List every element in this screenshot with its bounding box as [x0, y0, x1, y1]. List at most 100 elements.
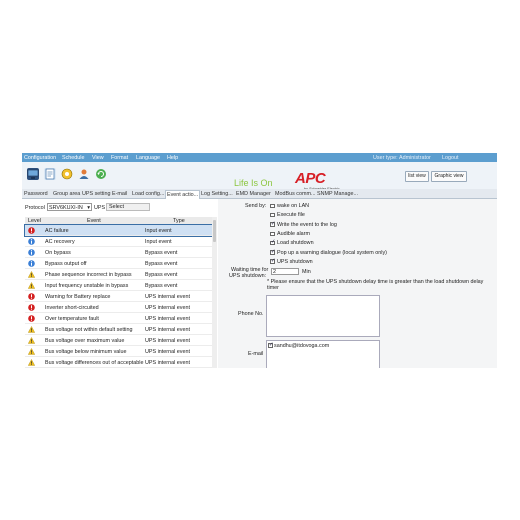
event-cell: Bus voltage below minimum value [45, 348, 127, 355]
shutdown-note-2: timer [267, 285, 279, 291]
event-cell: Inverter short-circuited [45, 304, 99, 311]
graphic-view-button[interactable]: Graphic view [431, 171, 467, 182]
event-cell: Bus voltage not within default setting [45, 326, 133, 333]
tab-snmp-manage[interactable]: SNMP Manage... [317, 190, 358, 198]
option-label: Execute file [277, 212, 305, 219]
type-cell: UPS internal event [145, 326, 190, 333]
table-row[interactable]: Input frequency unstable in bypass Bypass… [25, 280, 213, 291]
brand-tagline: Life Is On [234, 178, 273, 188]
tab-email[interactable]: E-mail [112, 190, 127, 198]
col-level: Level [28, 218, 41, 224]
scrollbar[interactable] [212, 217, 217, 368]
option-label: Write the event to the log [277, 221, 337, 228]
col-event: Event [87, 218, 101, 224]
option-checkbox[interactable] [270, 221, 275, 227]
user-type-value: Administrator [399, 154, 431, 161]
table-row[interactable]: AC failure Input event [24, 224, 214, 237]
info-icon [28, 259, 35, 267]
table-row[interactable]: Bus voltage differences out of acceptabl… [25, 357, 213, 368]
toolbar: Life Is On APC by Schneider Electric lis… [22, 162, 497, 191]
scrollbar-thumb[interactable] [213, 220, 216, 242]
error-icon [28, 292, 35, 300]
tab-load-config[interactable]: Load config... [132, 190, 164, 198]
event-cell: On bypass [45, 249, 71, 256]
tab-password[interactable]: Password [24, 190, 48, 198]
phone-label: Phone No. [238, 311, 264, 317]
option-checkbox[interactable] [270, 258, 275, 264]
logout-link[interactable]: Logout [442, 155, 459, 161]
error-icon [28, 226, 35, 234]
tab-ups-setting[interactable]: UPS setting [82, 190, 110, 198]
user-icon[interactable] [78, 168, 90, 180]
waiting-time-unit: Min [302, 269, 311, 275]
user-type-label: User type: [373, 154, 398, 161]
option-checkbox[interactable] [270, 240, 275, 246]
menu-configuration[interactable]: Configuration [24, 155, 56, 161]
option-checkbox[interactable] [270, 231, 275, 236]
shutdown-note: * Please ensure that the UPS shutdown de… [267, 279, 484, 285]
menu-help[interactable]: Help [167, 155, 178, 161]
waiting-time-input[interactable]: 2 [271, 268, 299, 275]
event-cell: AC recovery [45, 238, 75, 245]
table-row[interactable]: On bypass Bypass event [25, 247, 213, 258]
type-cell: Input event [145, 238, 172, 245]
ups-label: UPS [94, 205, 106, 211]
event-cell: Bus voltage over maximum value [45, 337, 125, 344]
list-view-button[interactable]: list view [405, 171, 429, 182]
table-row[interactable]: Over temperature fault UPS internal event [25, 313, 213, 324]
tab-bar: Password Group area UPS setting E-mail L… [22, 189, 497, 199]
warning-icon [27, 270, 36, 278]
type-cell: UPS internal event [145, 315, 190, 322]
email-address: sandhu@itdovoga.com [274, 342, 330, 349]
table-row[interactable]: Bus voltage over maximum value UPS intern… [25, 335, 213, 346]
event-table: AC failure Input event AC recovery Input ev… [24, 224, 214, 368]
warning-icon [27, 358, 36, 366]
phone-textarea[interactable] [266, 295, 380, 337]
type-cell: Input event [145, 227, 172, 234]
status-icon[interactable] [61, 168, 73, 180]
menu-schedule[interactable]: Schedule [62, 155, 84, 161]
tab-log-setting[interactable]: Log Setting... [201, 190, 233, 198]
refresh-icon[interactable] [95, 168, 107, 180]
col-type: Type [173, 218, 185, 224]
apc-logo: APC [295, 170, 326, 187]
email-list[interactable]: sandhu@itdovoga.com [266, 340, 380, 368]
table-row[interactable]: Inverter short-circuited UPS internal eve… [25, 302, 213, 313]
option-label: Load shutdown [277, 240, 314, 247]
menu-format[interactable]: Format [111, 155, 128, 161]
type-cell: UPS internal event [145, 359, 190, 366]
tab-group-area[interactable]: Group area [53, 190, 80, 198]
menu-language[interactable]: Language [136, 155, 160, 161]
error-icon [28, 314, 35, 322]
table-row[interactable]: Bus voltage below minimum value UPS inter… [25, 346, 213, 357]
option-checkbox[interactable] [270, 249, 275, 255]
option-label: Audible alarm [277, 230, 310, 237]
table-row[interactable]: AC recovery Input event [25, 236, 213, 247]
warning-icon [27, 336, 36, 344]
tab-emd-manager[interactable]: EMD Manager [236, 190, 271, 198]
event-list-panel: Protocol SRV6KUXI-IN ▾ UPS Select Level … [22, 199, 218, 368]
select-button[interactable]: Select [106, 203, 150, 211]
table-row[interactable]: Bypass output off Bypass event [25, 258, 213, 269]
option-checkbox[interactable] [270, 212, 275, 218]
tab-modbus-comm[interactable]: ModBus comm... [275, 190, 315, 198]
tab-event-action[interactable]: Event actio... [165, 190, 201, 199]
type-cell: Bypass event [145, 282, 178, 289]
email-checkbox[interactable] [268, 342, 273, 348]
menu-bar: Configuration Schedule View Format Langu… [22, 153, 497, 162]
type-cell: UPS internal event [145, 293, 190, 300]
option-checkbox[interactable] [270, 203, 275, 209]
table-row[interactable]: Phase sequence incorrect in bypass Bypass… [25, 269, 213, 280]
option-label: UPS shutdown [277, 258, 313, 265]
option-label: Pop up a warning dialogue (local system … [277, 249, 387, 256]
protocol-label: Protocol [25, 205, 45, 211]
event-cell: Input frequency unstable in bypass [45, 282, 129, 289]
computer-icon[interactable] [27, 168, 39, 180]
table-row[interactable]: Bus voltage not within default setting UP… [25, 324, 213, 335]
protocol-select[interactable]: SRV6KUXI-IN ▾ [47, 203, 92, 211]
info-icon [28, 237, 35, 245]
menu-view[interactable]: View [92, 155, 104, 161]
report-icon[interactable] [44, 168, 56, 180]
table-row[interactable]: Warning for Battery replace UPS internal … [25, 291, 213, 302]
protocol-value: SRV6KUXI-IN [49, 205, 83, 211]
